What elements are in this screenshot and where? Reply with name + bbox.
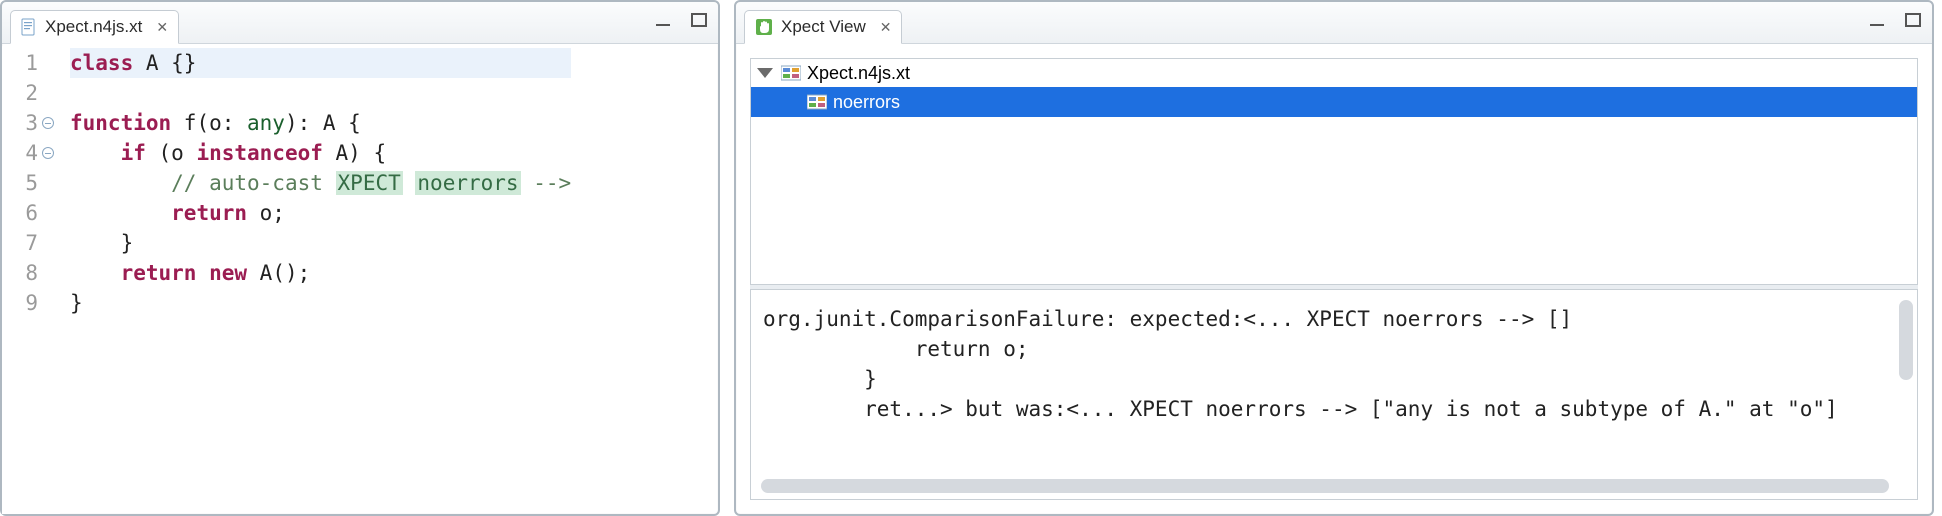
fold-icon[interactable] — [42, 117, 54, 129]
editor-tab[interactable]: Xpect.n4js.xt ✕ — [10, 10, 179, 44]
minimize-icon[interactable] — [1868, 12, 1886, 28]
line-number: 5 — [2, 168, 56, 198]
detail-line: return o; — [763, 334, 1905, 364]
code-editor[interactable]: 1 2 3 4 5 6 7 8 9 class A {} function f(… — [2, 44, 718, 514]
maximize-icon[interactable] — [1904, 12, 1922, 28]
hand-icon — [755, 18, 773, 36]
close-icon[interactable]: ✕ — [880, 19, 892, 36]
minimize-icon[interactable] — [654, 12, 672, 28]
xpect-view-body: Xpect.n4js.xt noerrors org.junit.Compari… — [736, 44, 1932, 514]
code-line: // auto-cast XPECT noerrors --> — [70, 168, 571, 198]
window-controls — [654, 12, 708, 28]
xt-file-icon — [781, 64, 801, 82]
view-tab[interactable]: Xpect View ✕ — [744, 10, 902, 44]
code-area[interactable]: class A {} function f(o: any): A { if (o… — [60, 46, 571, 514]
line-number: 2 — [2, 78, 56, 108]
horizontal-scrollbar[interactable] — [761, 479, 1889, 493]
close-icon[interactable]: ✕ — [156, 19, 168, 36]
file-icon — [21, 18, 37, 36]
detail-line: ret...> but was:<... XPECT noerrors --> … — [763, 394, 1905, 424]
line-number: 7 — [2, 228, 56, 258]
view-tabbar: Xpect View ✕ — [736, 2, 1932, 44]
code-line — [70, 78, 571, 108]
disclosure-triangle-icon[interactable] — [757, 68, 773, 78]
code-line: if (o instanceof A) { — [70, 138, 571, 168]
xpect-view-pane: Xpect View ✕ Xpect.n4js.xt noerrors — [734, 0, 1934, 516]
test-tree[interactable]: Xpect.n4js.xt noerrors — [750, 58, 1918, 284]
code-line: function f(o: any): A { — [70, 108, 571, 138]
failure-detail[interactable]: org.junit.ComparisonFailure: expected:<.… — [750, 290, 1918, 500]
editor-tabbar: Xpect.n4js.xt ✕ — [2, 2, 718, 44]
editor-tab-label: Xpect.n4js.xt — [45, 17, 142, 37]
line-number: 9 — [2, 288, 56, 318]
window-controls — [1868, 12, 1922, 28]
code-line: return new A(); — [70, 258, 571, 288]
line-number: 6 — [2, 198, 56, 228]
tree-child-label: noerrors — [833, 92, 900, 113]
tree-root-label: Xpect.n4js.xt — [807, 63, 910, 84]
view-tab-label: Xpect View — [781, 17, 866, 37]
line-number: 3 — [2, 108, 56, 138]
tree-child-row[interactable]: noerrors — [751, 87, 1917, 117]
tree-root-row[interactable]: Xpect.n4js.xt — [751, 59, 1917, 87]
fold-icon[interactable] — [42, 147, 54, 159]
line-number: 8 — [2, 258, 56, 288]
vertical-scrollbar[interactable] — [1899, 300, 1913, 469]
detail-line: } — [763, 364, 1905, 394]
code-line: } — [70, 288, 571, 318]
scroll-thumb[interactable] — [1899, 300, 1913, 380]
detail-line: org.junit.ComparisonFailure: expected:<.… — [763, 304, 1905, 334]
line-gutter: 1 2 3 4 5 6 7 8 9 — [2, 46, 60, 514]
xt-test-icon — [807, 93, 827, 111]
code-line: return o; — [70, 198, 571, 228]
line-number: 1 — [2, 48, 56, 78]
line-number: 4 — [2, 138, 56, 168]
code-line: class A {} — [70, 48, 571, 78]
code-line: } — [70, 228, 571, 258]
maximize-icon[interactable] — [690, 12, 708, 28]
editor-pane: Xpect.n4js.xt ✕ 1 2 3 4 5 6 7 8 9 class … — [0, 0, 720, 516]
